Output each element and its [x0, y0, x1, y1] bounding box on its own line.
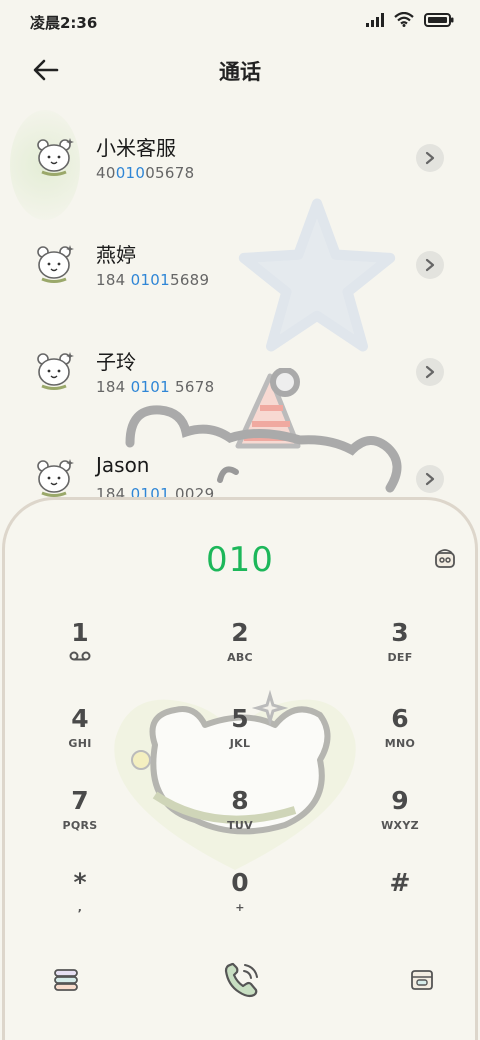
chevron-right-icon [425, 472, 435, 486]
key-digit: 4 [71, 704, 89, 733]
call-button[interactable] [217, 955, 267, 1005]
contact-name: Jason [96, 453, 150, 477]
key-digit: 6 [391, 704, 409, 733]
dial-input-display[interactable]: 010 [5, 540, 475, 580]
status-time: 凌晨2:36 [30, 14, 98, 32]
bear-avatar-icon [37, 138, 74, 176]
contact-name: 小米客服 [96, 136, 176, 160]
key-5[interactable]: 5 JKL [185, 704, 295, 774]
key-letters: + [235, 901, 245, 914]
contact-row[interactable]: 燕婷 184 01015689 [0, 211, 480, 318]
key-digit: 9 [391, 786, 409, 815]
key-digit: * [73, 868, 87, 897]
voicemail-icon [69, 651, 91, 661]
chevron-right-icon [425, 151, 435, 165]
key-letters: WXYZ [381, 819, 419, 832]
key-digit: 8 [231, 786, 249, 815]
signal-icon [366, 12, 384, 27]
contact-row[interactable]: 子玲 184 0101 5678 [0, 318, 480, 425]
page-title: 通话 [219, 60, 261, 84]
key-letters: ABC [227, 651, 253, 664]
contact-detail-button[interactable] [416, 465, 444, 493]
dialpad-toggle-icon [411, 970, 433, 990]
wifi-icon [394, 12, 414, 27]
contact-detail-button[interactable] [416, 144, 444, 172]
key-0[interactable]: 0 + [185, 868, 295, 938]
contact-number: 184 01015689 [96, 271, 210, 289]
contact-detail-button[interactable] [416, 358, 444, 386]
contact-number: 4001005678 [96, 164, 195, 182]
key-letters: MNO [384, 737, 416, 750]
clear-input-icon[interactable] [433, 546, 457, 570]
key-digit: 3 [391, 618, 409, 647]
chevron-right-icon [425, 365, 435, 379]
key-letters: , [77, 901, 83, 914]
header: 通话 [0, 42, 480, 102]
key-letters [25, 651, 135, 664]
battery-icon [424, 12, 454, 27]
status-icons [366, 12, 454, 27]
key-letters: PQRS [62, 819, 98, 832]
contact-number: 184 0101 5678 [96, 378, 215, 396]
key-8[interactable]: 8 TUV [185, 786, 295, 856]
bear-avatar-icon [37, 245, 74, 283]
phone-call-icon [224, 962, 258, 998]
menu-stack-icon [54, 969, 78, 991]
key-letters: JKL [229, 737, 251, 750]
key-7[interactable]: 7 PQRS [25, 786, 135, 856]
dialpad-sheet: 010 1 2 ABC 3 DEF 4 GHI 5 JKL 6 MNO 7 PQ… [2, 497, 478, 1040]
key-1[interactable]: 1 [25, 618, 135, 688]
key-digit: # [389, 868, 411, 897]
contact-name: 燕婷 [96, 243, 136, 267]
bear-avatar-icon [37, 352, 74, 390]
key-4[interactable]: 4 GHI [25, 704, 135, 774]
key-3[interactable]: 3 DEF [345, 618, 455, 688]
menu-button[interactable] [41, 955, 91, 1005]
key-letters: DEF [387, 651, 413, 664]
contact-name: 子玲 [96, 350, 136, 374]
key-letters: TUV [227, 819, 253, 832]
chevron-right-icon [425, 258, 435, 272]
key-star[interactable]: * , [25, 868, 135, 938]
key-digit: 2 [231, 618, 249, 647]
dialer-bottom-bar [5, 955, 480, 1005]
key-hash[interactable]: # [345, 868, 455, 938]
key-2[interactable]: 2 ABC [185, 618, 295, 688]
key-9[interactable]: 9 WXYZ [345, 786, 455, 856]
status-bar: 凌晨2:36 [0, 0, 480, 42]
contact-list: 小米客服 4001005678 燕婷 184 01015689 子玲 184 0… [0, 104, 480, 532]
bear-avatar-icon [37, 459, 74, 497]
key-6[interactable]: 6 MNO [345, 704, 455, 774]
key-digit: 0 [231, 868, 249, 897]
key-letters: GHI [68, 737, 92, 750]
contact-row[interactable]: 小米客服 4001005678 [0, 104, 480, 211]
key-digit: 5 [231, 704, 249, 733]
dialpad-toggle-button[interactable] [397, 955, 447, 1005]
contact-detail-button[interactable] [416, 251, 444, 279]
key-digit: 1 [71, 618, 89, 647]
key-digit: 7 [71, 786, 89, 815]
